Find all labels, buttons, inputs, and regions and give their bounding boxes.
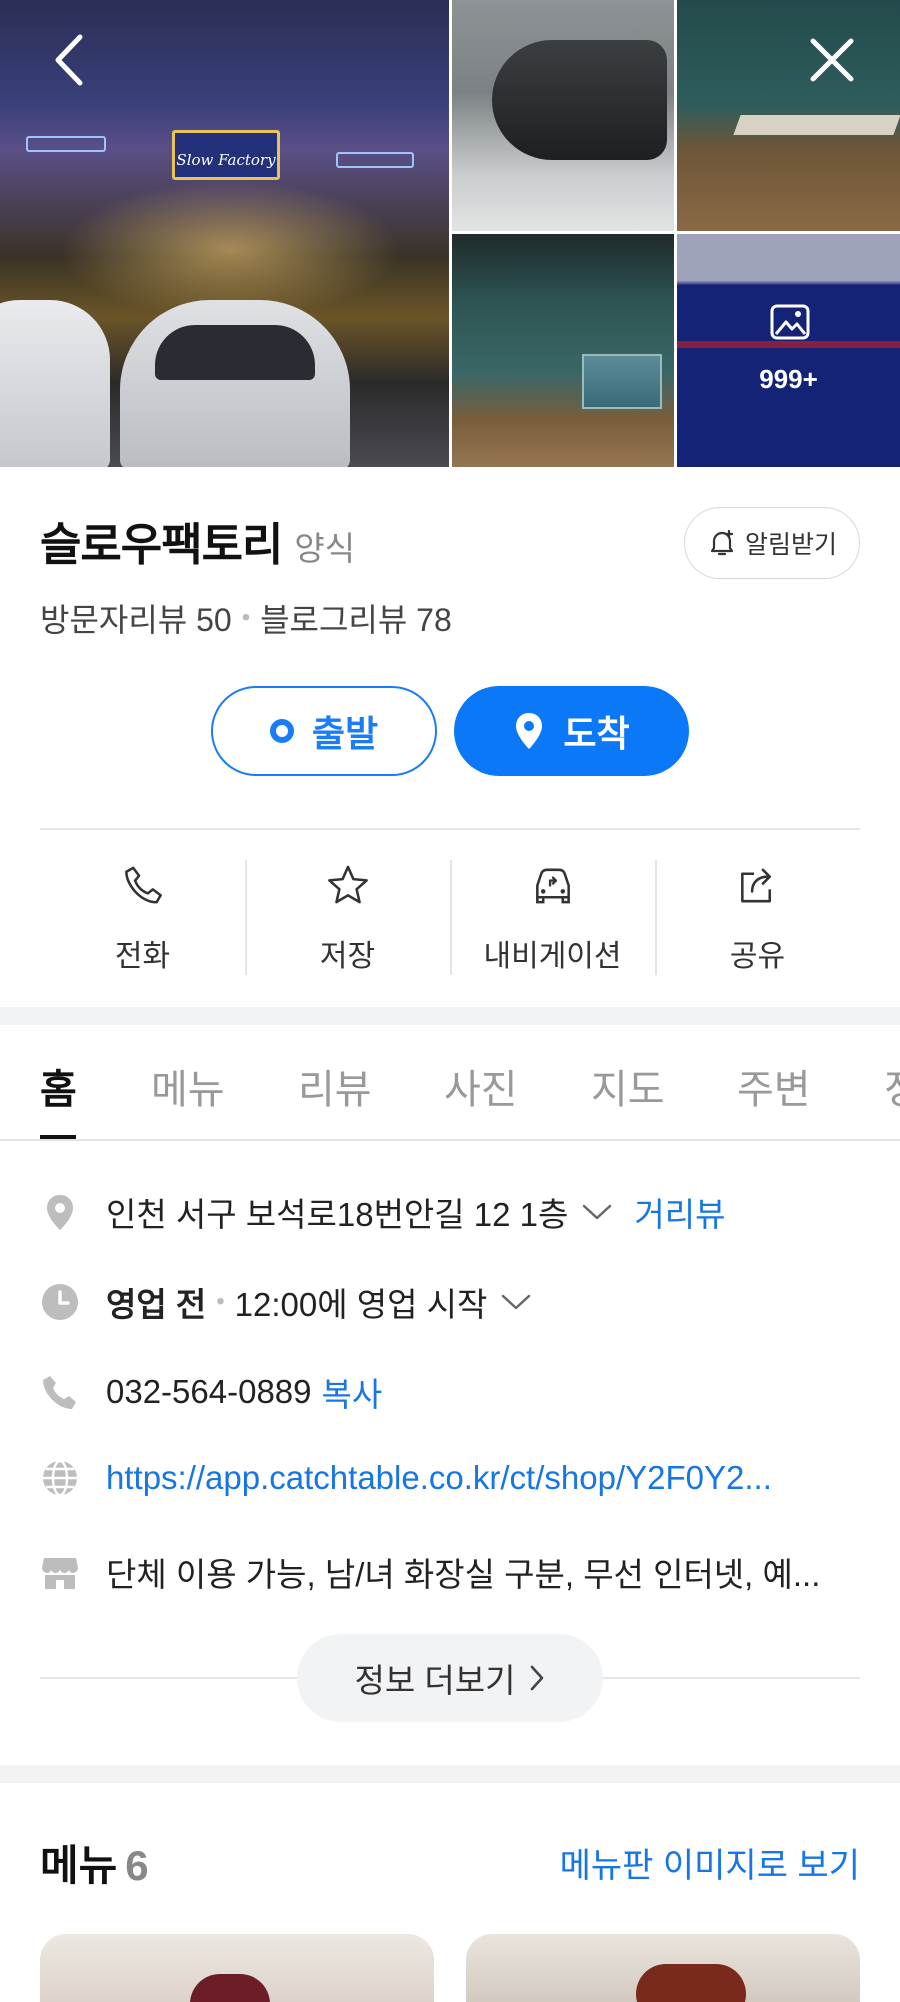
menu-count: 6 [125, 1842, 149, 1889]
share-action[interactable]: 공유 [655, 860, 860, 975]
car-left [0, 300, 110, 467]
image-icon [770, 304, 810, 340]
menu-item-photo[interactable] [40, 1934, 434, 2002]
section-gap [0, 1765, 900, 1783]
close-button[interactable] [802, 30, 862, 90]
tab-photo[interactable]: 사진 [444, 1057, 518, 1115]
active-tab-indicator [40, 1135, 76, 1139]
clock-icon [42, 1284, 78, 1320]
alarm-button[interactable]: 알림받기 [684, 507, 860, 579]
save-action[interactable]: 저장 [245, 860, 450, 975]
amenities-text: 단체 이용 가능, 남/녀 화장실 구분, 무선 인터넷, 예... [106, 1556, 821, 1593]
back-button[interactable] [38, 30, 98, 90]
photo-glow [60, 180, 400, 320]
business-status: 영업 전 [106, 1286, 207, 1323]
store-icon [42, 1558, 78, 1589]
chevron-down-icon[interactable] [580, 1201, 614, 1223]
tab-bar: 홈 메뉴 리뷰 사진 지도 주변 정 [0, 1025, 900, 1141]
address-row: 인천 서구 보석로18번안길 12 1층 거리뷰 [40, 1188, 870, 1236]
photo-count: 999+ [759, 364, 818, 394]
start-route-button[interactable]: 출발 [211, 686, 437, 776]
start-route-label: 출발 [311, 713, 379, 754]
separator-dot: • [216, 1288, 225, 1315]
close-icon [810, 38, 854, 82]
car-icon [535, 868, 570, 904]
amenities-row: 단체 이용 가능, 남/녀 화장실 구분, 무선 인터넷, 예... [40, 1548, 870, 1596]
website-link[interactable]: https://app.catchtable.co.kr/ct/shop/Y2F… [106, 1459, 772, 1497]
separator-dot: • [241, 604, 251, 631]
menu-board-link[interactable]: 메뉴판 이미지로 보기 [560, 1838, 860, 1887]
hours-row: 영업 전 • 12:00에 영업 시작 [40, 1278, 870, 1326]
desk-shape [582, 354, 662, 409]
copy-phone-link[interactable]: 복사 [322, 1368, 383, 1416]
navigation-label: 내비게이션 [483, 940, 622, 973]
chevron-left-icon [55, 34, 83, 86]
sign-right [336, 152, 414, 168]
arrival-route-button[interactable]: 도착 [454, 686, 689, 776]
alarm-label: 알림받기 [744, 531, 837, 559]
navigation-action[interactable]: 내비게이션 [450, 860, 655, 975]
storefront-sign: Slow Factory [172, 130, 280, 180]
tab-home[interactable]: 홈 [40, 1057, 77, 1115]
photo-more[interactable]: 999+ [677, 234, 900, 467]
map-pin-icon [516, 713, 543, 749]
visitor-reviews-link[interactable]: 방문자리뷰 50 [40, 595, 232, 641]
menu-section-title: 메뉴 6 [40, 1832, 149, 1893]
place-name: 슬로우팩토리 [40, 519, 283, 570]
tab-menu[interactable]: 메뉴 [151, 1057, 225, 1115]
photo-gallery[interactable]: Slow Factory 999+ [0, 0, 900, 467]
chevron-down-icon[interactable] [499, 1291, 533, 1313]
photo-smoker[interactable] [452, 0, 674, 231]
photo-counter[interactable] [452, 234, 674, 467]
more-info-label: 정보 더보기 [354, 1662, 516, 1699]
place-category: 양식 [294, 530, 356, 567]
review-stats: 방문자리뷰 50 • 블로그리뷰 78 [40, 595, 452, 641]
phone-icon [43, 1376, 76, 1409]
arrival-route-label: 도착 [563, 713, 630, 754]
tab-map[interactable]: 지도 [591, 1057, 665, 1115]
menu-item-photo[interactable] [466, 1934, 860, 2002]
storefront-sign-text: Slow Factory [176, 151, 276, 169]
photo-overlay [677, 234, 900, 467]
origin-icon [269, 719, 294, 743]
location-icon [47, 1195, 73, 1230]
star-icon [327, 865, 368, 904]
more-info-button[interactable]: 정보 더보기 [297, 1634, 603, 1722]
website-row: https://app.catchtable.co.kr/ct/shop/Y2F… [40, 1458, 870, 1498]
address-text: 인천 서구 보석로18번안길 12 1층 [106, 1196, 569, 1233]
tab-nearby[interactable]: 주변 [737, 1057, 811, 1115]
globe-icon [43, 1459, 77, 1497]
car-center [120, 300, 350, 467]
smoker-shape [492, 40, 667, 160]
divider [40, 828, 860, 830]
blog-reviews-link[interactable]: 블로그리뷰 78 [260, 595, 452, 641]
call-action[interactable]: 전화 [40, 860, 245, 975]
phone-row: 032-564-0889 복사 [40, 1368, 870, 1416]
tab-review[interactable]: 리뷰 [298, 1057, 372, 1115]
sign-left [26, 136, 106, 152]
call-label: 전화 [114, 940, 171, 973]
title-row: 슬로우팩토리 양식 [40, 508, 355, 573]
phone-number[interactable]: 032-564-0889 [106, 1373, 312, 1411]
share-label: 공유 [729, 940, 786, 973]
street-view-link[interactable]: 거리뷰 [634, 1188, 725, 1236]
menu-title: 메뉴 [40, 1842, 118, 1889]
tab-info[interactable]: 정 [884, 1057, 900, 1115]
table-shape [733, 115, 900, 135]
hours-text: 12:00에 영업 시작 [234, 1286, 488, 1323]
section-gap [0, 1007, 900, 1025]
photo-dining-room[interactable] [677, 0, 900, 231]
action-bar: 전화 저장 내비게이션 공유 [40, 860, 860, 975]
bell-plus-icon [710, 529, 734, 556]
chevron-right-icon [531, 1665, 544, 1691]
share-icon [740, 868, 771, 903]
save-label: 저장 [319, 940, 376, 973]
phone-icon [124, 866, 162, 904]
